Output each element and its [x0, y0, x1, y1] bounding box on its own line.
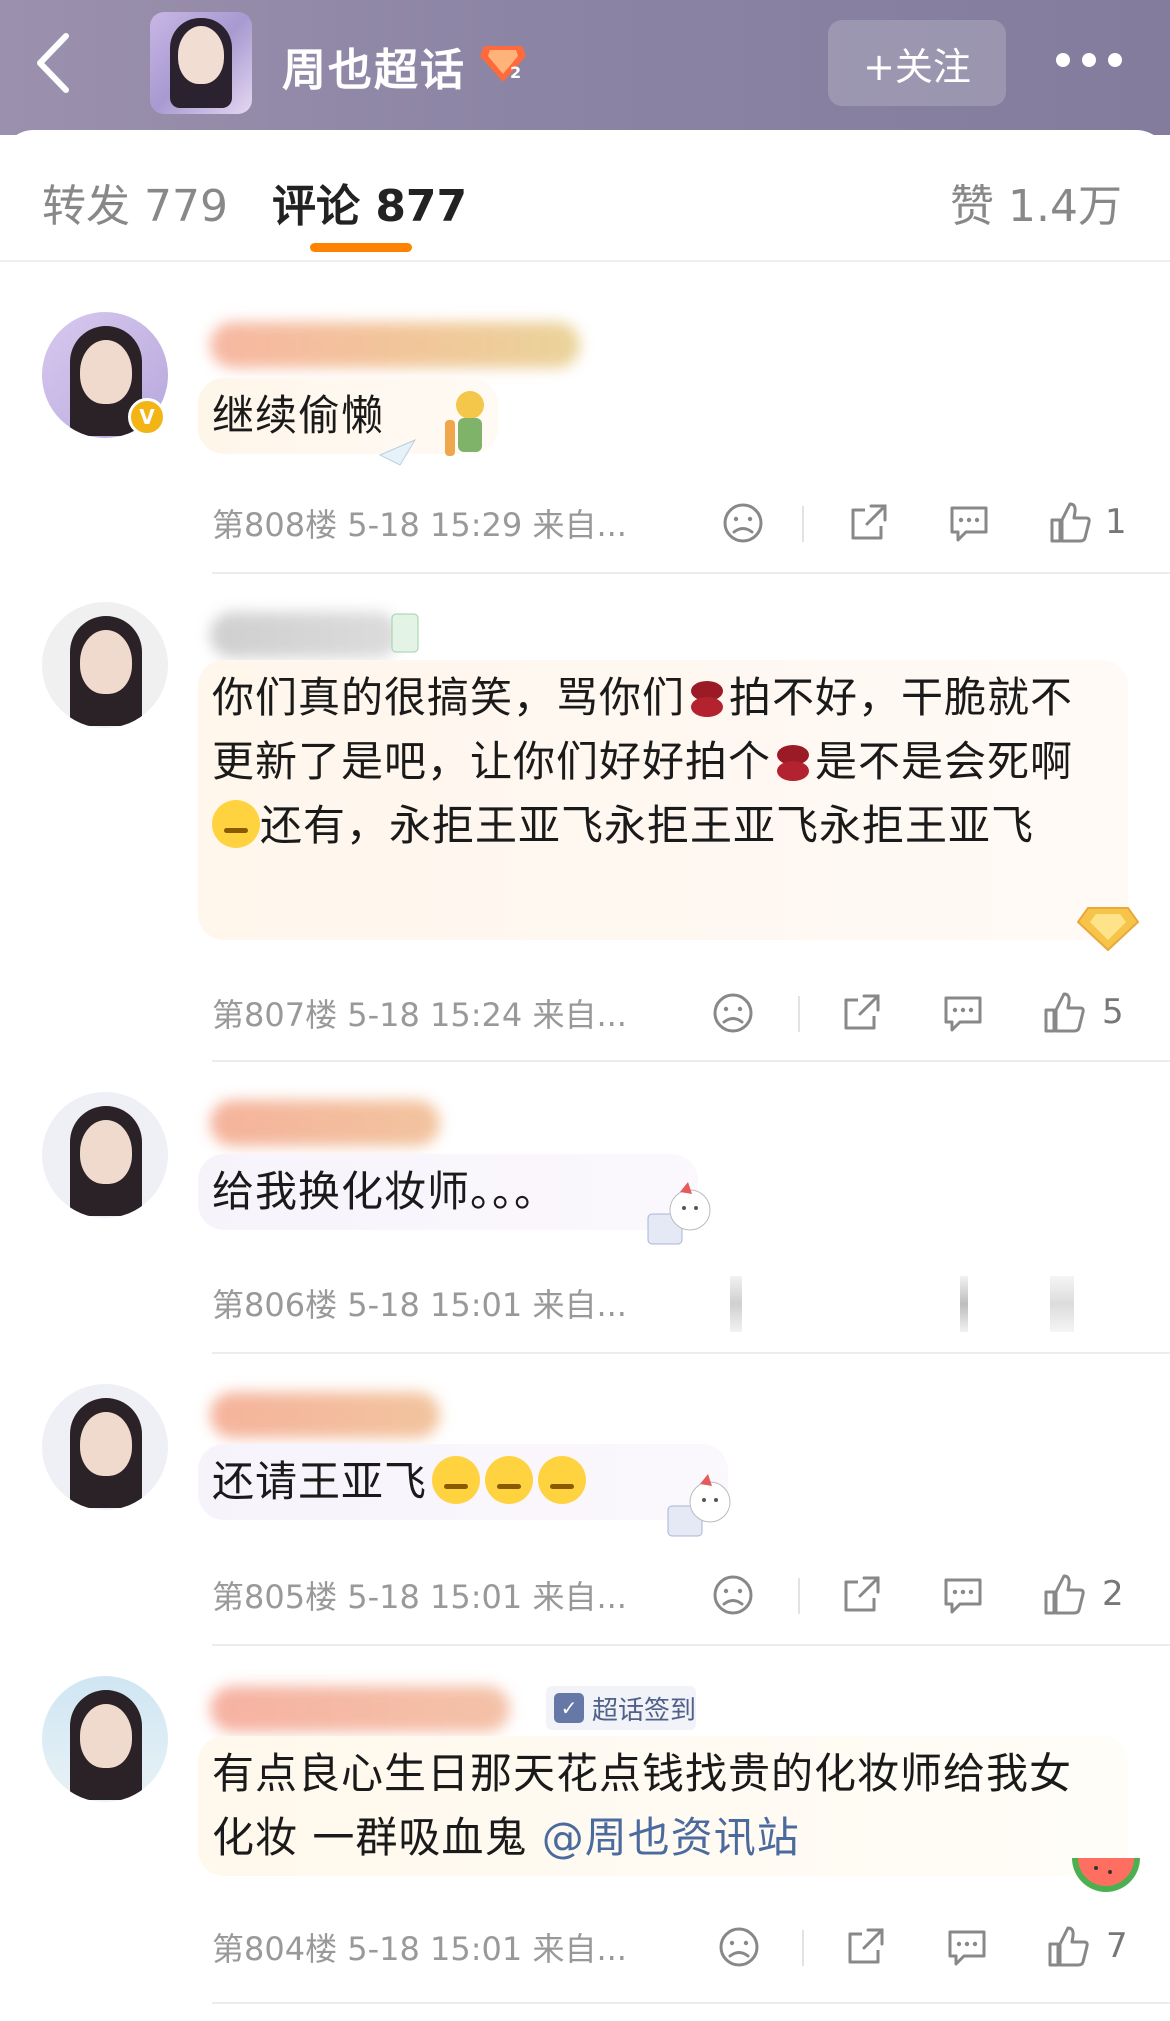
- like-count: 5: [1102, 992, 1124, 1032]
- tab-comment[interactable]: 评论 877: [272, 170, 467, 234]
- member-badge-icon: [391, 613, 419, 653]
- level-badge-icon: 2: [478, 40, 528, 84]
- comment-actions: 5: [710, 990, 1130, 1040]
- puzzled-emoji-icon: [538, 1456, 587, 1504]
- comment-actions: 7: [710, 1924, 1130, 1974]
- dislike-icon[interactable]: [710, 990, 756, 1036]
- like-icon[interactable]: [1042, 1572, 1088, 1618]
- level-badge-number: 2: [510, 63, 521, 82]
- gem-sticker-icon: [1076, 907, 1140, 952]
- comment-actions-loading: [710, 1276, 1130, 1332]
- topic-avatar[interactable]: [150, 12, 252, 114]
- tab-active-indicator: [310, 243, 412, 252]
- comment-actions: 2: [710, 1572, 1130, 1622]
- comment-divider: [212, 572, 1170, 574]
- checkin-chip-label: 超话签到: [592, 1695, 697, 1726]
- follow-button[interactable]: +关注: [828, 20, 1006, 106]
- share-icon[interactable]: [838, 1572, 884, 1618]
- checkin-check-icon: ✓: [554, 1693, 584, 1723]
- tab-bar: 转发 779 评论 877 赞 1.4万: [0, 130, 1170, 262]
- puzzled-emoji-icon: [485, 1456, 534, 1504]
- verified-badge-icon: V: [128, 398, 166, 436]
- avatar[interactable]: [42, 1092, 168, 1218]
- tab-like[interactable]: 赞 1.4万: [950, 170, 1122, 234]
- reply-icon[interactable]: [940, 990, 986, 1036]
- comment-bubble: 给我换化妆师。。。: [198, 1154, 698, 1230]
- checkin-chip[interactable]: ✓ 超话签到: [546, 1686, 696, 1730]
- like-count: 7: [1106, 1926, 1128, 1966]
- back-button[interactable]: [30, 28, 80, 98]
- comment-bubble: 你们真的很搞笑，骂你们 拍不好，干脆就不更新了是吧，让你们好好拍个 是不是会死啊还有…: [198, 660, 1128, 940]
- more-options-button[interactable]: [1056, 45, 1136, 75]
- watermelon-sticker-icon: [1072, 1858, 1140, 1892]
- comment-text: 你们真的很搞笑，骂你们 拍不好，干脆就不更新了是吧，让你们好好拍个 是不是会死啊还有…: [212, 666, 1114, 858]
- avatar[interactable]: [42, 1676, 168, 1802]
- share-icon[interactable]: [838, 990, 884, 1036]
- comment-divider: [212, 2002, 1170, 2004]
- comment-meta: 第805楼 5-18 15:01 来自...: [212, 1578, 627, 1616]
- comment-actions: 1: [710, 500, 1130, 550]
- comment-meta: 第804楼 5-18 15:01 来自...: [212, 1930, 627, 1968]
- comment-meta: 第806楼 5-18 15:01 来自...: [212, 1286, 627, 1324]
- reply-icon[interactable]: [940, 1572, 986, 1618]
- comment-bubble: 有点良心生日那天花点钱找贵的化妆师给我女化妆 一群吸血鬼 @周也资讯站: [198, 1736, 1128, 1876]
- avatar[interactable]: [42, 602, 168, 728]
- cat-gift-sticker-icon: [647, 1182, 711, 1245]
- topic-title[interactable]: 周也超话: [282, 34, 466, 98]
- bean-emoji-icon: [777, 745, 810, 781]
- avatar[interactable]: [42, 1384, 168, 1510]
- dislike-icon[interactable]: [716, 1924, 762, 1970]
- username-blurred[interactable]: [210, 1100, 440, 1146]
- reply-icon[interactable]: [944, 1924, 990, 1970]
- comment-text-part: 你们真的很搞笑，骂你们: [212, 673, 686, 722]
- mention-link[interactable]: @周也资讯站: [542, 1813, 800, 1862]
- chevron-left-icon: [37, 33, 69, 93]
- username-blurred[interactable]: [210, 612, 400, 658]
- comment-divider: [212, 1060, 1170, 1062]
- top-bar: 周也超话 2 +关注: [0, 0, 1170, 135]
- little-prince-sticker-icon: [378, 391, 484, 466]
- like-count: 1: [1105, 502, 1127, 542]
- comment-text-part: 是不是会死啊: [815, 737, 1074, 786]
- comment-divider: [212, 1644, 1170, 1646]
- like-icon[interactable]: [1042, 990, 1088, 1036]
- like-count: 2: [1102, 1574, 1124, 1614]
- share-icon[interactable]: [845, 500, 891, 546]
- comment-text: 给我换化妆师。。。: [212, 1167, 558, 1216]
- username-blurred[interactable]: [210, 1686, 510, 1732]
- comment-meta: 第808楼 5-18 15:29 来自...: [212, 506, 627, 544]
- like-icon[interactable]: [1048, 500, 1094, 546]
- doubt-emoji-icon: [212, 800, 260, 848]
- username-blurred[interactable]: [210, 1392, 440, 1438]
- reply-icon[interactable]: [946, 500, 992, 546]
- comment-text: 有点良心生日那天花点钱找贵的化妆师给我女化妆 一群吸血鬼 @周也资讯站: [212, 1742, 1114, 1870]
- comment-text-part: 还有，永拒王亚飞永拒王亚飞永拒王亚飞: [260, 801, 1035, 850]
- dislike-icon[interactable]: [710, 1572, 756, 1618]
- puzzled-emoji-icon: [432, 1456, 481, 1504]
- comment-text: 继续偷懒: [212, 391, 385, 440]
- tab-repost[interactable]: 转发 779: [42, 170, 228, 234]
- bean-emoji-icon: [691, 681, 724, 717]
- comment-text: 还请王亚飞: [212, 1457, 428, 1506]
- dislike-icon[interactable]: [720, 500, 766, 546]
- share-icon[interactable]: [842, 1924, 888, 1970]
- comment-meta: 第807楼 5-18 15:24 来自...: [212, 996, 627, 1034]
- username-blurred[interactable]: [210, 322, 580, 368]
- like-icon[interactable]: [1046, 1924, 1092, 1970]
- comment-divider: [212, 1352, 1170, 1354]
- cat-gift-sticker-icon: [667, 1474, 731, 1537]
- comment-bubble: 还请王亚飞: [198, 1444, 728, 1520]
